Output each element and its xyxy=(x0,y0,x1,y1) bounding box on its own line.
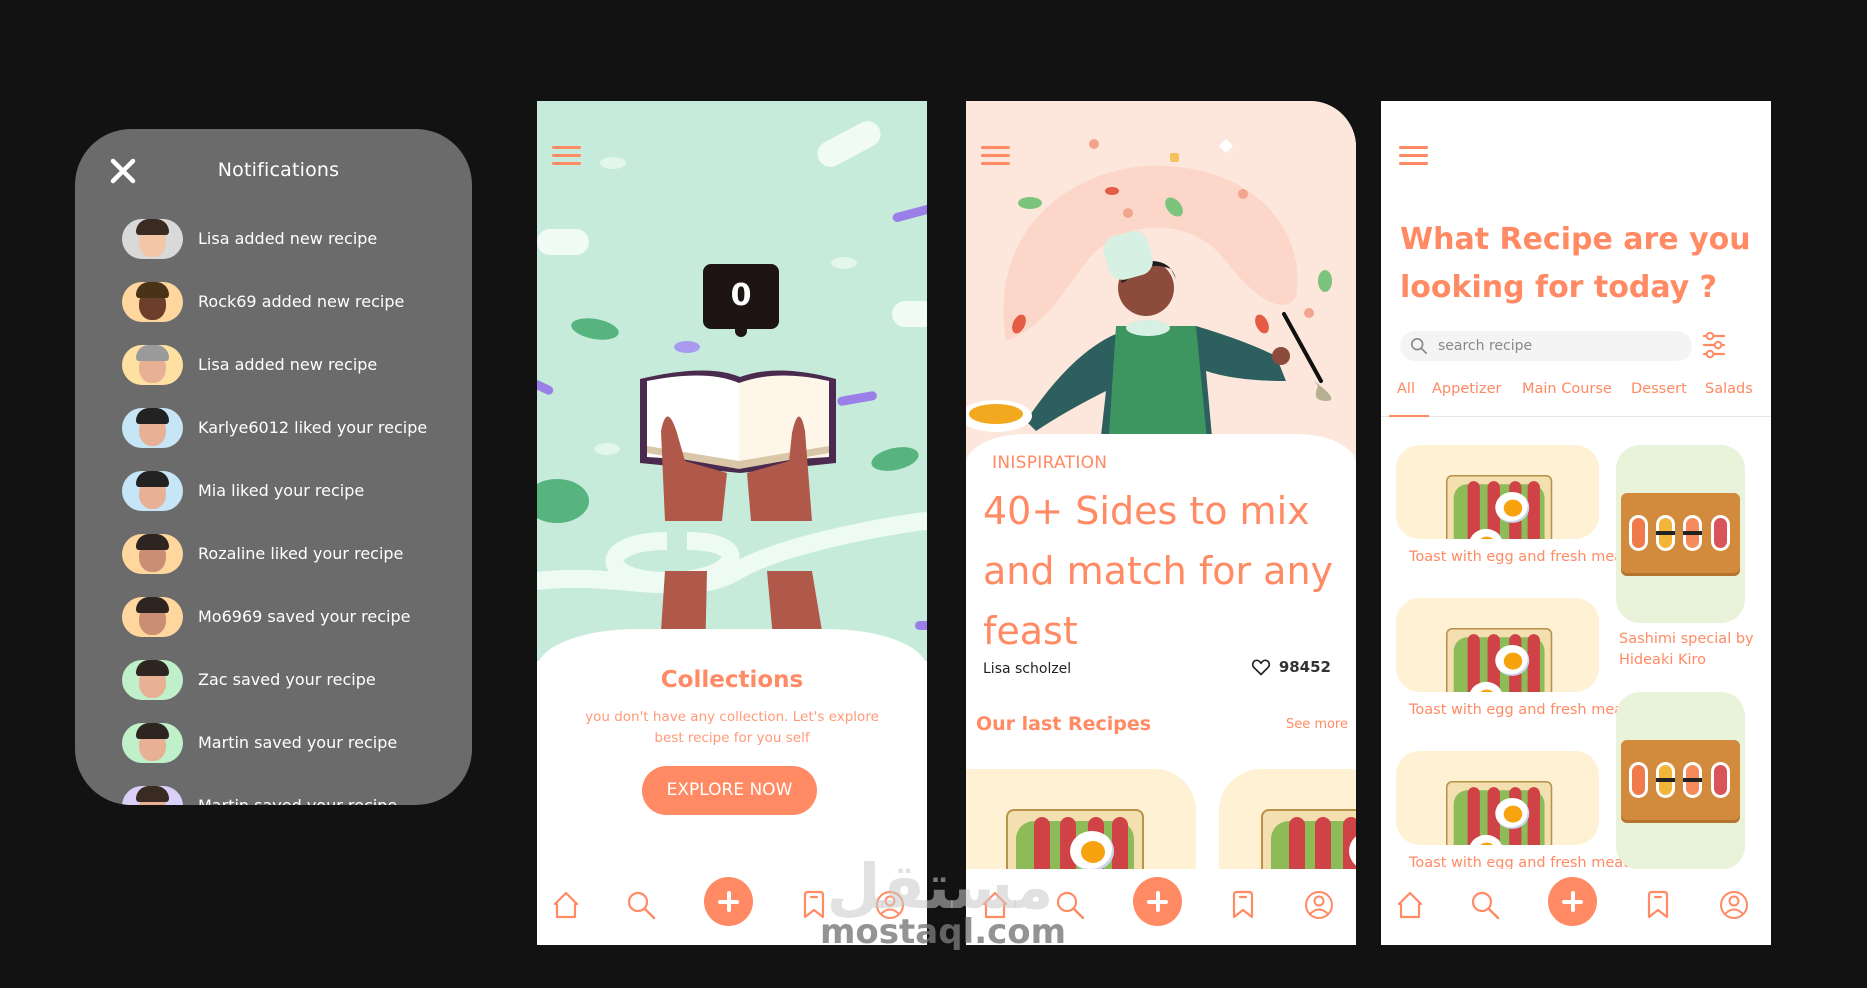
collections-description: you don't have any collection. Let's exp… xyxy=(585,709,879,746)
collections-screen: 0 Collections you don't have any collect… xyxy=(537,101,927,945)
bookmark-icon[interactable] xyxy=(1227,889,1259,921)
avatar xyxy=(122,596,183,637)
tab-salads[interactable]: Salads xyxy=(1705,381,1753,397)
filter-icon[interactable] xyxy=(1702,331,1726,359)
notifications-list: Lisa added new recipe Rock69 added new r… xyxy=(122,207,472,805)
sushi-image xyxy=(1621,493,1740,573)
tab-main-course[interactable]: Main Course xyxy=(1522,381,1612,397)
toast-image xyxy=(1446,475,1553,539)
recipe-card[interactable] xyxy=(1396,598,1599,692)
book-hands-illustration xyxy=(537,121,927,661)
recipe-card[interactable] xyxy=(1396,751,1599,845)
notification-item[interactable]: Karlye6012 liked your recipe xyxy=(122,396,472,459)
search-screen: What Recipe are you looking for today ? … xyxy=(1381,101,1771,945)
profile-icon[interactable] xyxy=(874,889,906,921)
search-bar[interactable] xyxy=(1400,331,1692,361)
avatar xyxy=(122,470,183,511)
add-recipe-button[interactable] xyxy=(1133,877,1182,926)
tab-all[interactable]: All xyxy=(1389,381,1429,417)
featured-headline[interactable]: 40+ Sides to mix and match for any feast xyxy=(983,481,1343,661)
chef-illustration xyxy=(966,101,1356,481)
toast-image xyxy=(1446,628,1553,692)
notifications-panel: Notifications Lisa added new recipe Rock… xyxy=(75,129,472,805)
recipe-title[interactable]: Sashimi special by Hideaki Kiro xyxy=(1619,629,1771,671)
sushi-image xyxy=(1621,740,1740,820)
profile-icon[interactable] xyxy=(1303,889,1335,921)
notification-item[interactable]: Lisa added new recipe xyxy=(122,207,472,270)
notification-text: Martin saved your recipe xyxy=(198,796,397,805)
notification-text: Karlye6012 liked your recipe xyxy=(198,418,428,437)
search-input[interactable] xyxy=(1438,338,1678,354)
home-icon[interactable] xyxy=(550,889,582,921)
tab-appetizer[interactable]: Appetizer xyxy=(1432,381,1501,397)
add-recipe-button[interactable] xyxy=(1548,877,1597,926)
notification-item[interactable]: Martin saved your recipe xyxy=(122,711,472,774)
see-more-link[interactable]: See more xyxy=(1286,717,1348,732)
search-headline: What Recipe are you looking for today ? xyxy=(1400,222,1751,305)
notification-text: Rock69 added new recipe xyxy=(198,292,405,311)
notification-item[interactable]: Martin saved your recipe xyxy=(122,774,472,805)
menu-icon[interactable] xyxy=(981,146,1010,166)
avatar xyxy=(122,659,183,700)
home-icon[interactable] xyxy=(979,889,1011,921)
home-screen: INISPIRATION 40+ Sides to mix and match … xyxy=(966,101,1356,945)
avatar xyxy=(122,785,183,805)
collection-counter-badge: 0 xyxy=(703,264,779,337)
notifications-title: Notifications xyxy=(217,159,340,181)
recipe-card[interactable] xyxy=(1616,692,1745,870)
profile-icon[interactable] xyxy=(1718,889,1750,921)
inspiration-tag: INISPIRATION xyxy=(992,453,1108,473)
notification-text: Rozaline liked your recipe xyxy=(198,544,404,563)
notification-text: Lisa added new recipe xyxy=(198,355,378,374)
author-name: Lisa scholzel xyxy=(983,661,1072,677)
notification-text: Mo6969 saved your recipe xyxy=(198,607,411,626)
bottom-nav xyxy=(966,869,1356,945)
notification-item[interactable]: Zac saved your recipe xyxy=(122,648,472,711)
collections-title: Collections xyxy=(660,667,804,693)
avatar xyxy=(122,533,183,574)
tab-dessert[interactable]: Dessert xyxy=(1631,381,1687,397)
explore-now-button[interactable]: EXPLORE NOW xyxy=(642,766,817,815)
search-icon[interactable] xyxy=(625,889,657,921)
recipe-card[interactable] xyxy=(1396,445,1599,539)
home-icon[interactable] xyxy=(1394,889,1426,921)
bookmark-icon[interactable] xyxy=(798,889,830,921)
bookmark-icon[interactable] xyxy=(1642,889,1674,921)
notification-item[interactable]: Rozaline liked your recipe xyxy=(122,522,472,585)
notification-item[interactable]: Lisa added new recipe xyxy=(122,333,472,396)
likes: 98452 xyxy=(1251,657,1331,677)
avatar xyxy=(122,218,183,259)
notification-item[interactable]: Mo6969 saved your recipe xyxy=(122,585,472,648)
heart-icon[interactable] xyxy=(1251,657,1271,677)
notification-text: Mia liked your recipe xyxy=(198,481,365,500)
bottom-nav xyxy=(1381,869,1771,945)
search-icon[interactable] xyxy=(1469,889,1501,921)
avatar xyxy=(122,722,183,763)
notification-text: Martin saved your recipe xyxy=(198,733,398,752)
recipe-card[interactable] xyxy=(1616,445,1745,623)
search-icon[interactable] xyxy=(1054,889,1086,921)
menu-icon[interactable] xyxy=(1399,146,1428,166)
avatar xyxy=(122,281,183,322)
collections-illustration: 0 xyxy=(537,101,927,661)
toast-image xyxy=(1446,781,1553,845)
notification-item[interactable]: Rock69 added new recipe xyxy=(122,270,472,333)
likes-count: 98452 xyxy=(1278,658,1331,676)
category-tabs: All Appetizer Main Course Dessert Salads xyxy=(1381,381,1771,417)
avatar xyxy=(122,344,183,385)
notification-text: Zac saved your recipe xyxy=(198,670,376,689)
add-recipe-button[interactable] xyxy=(704,877,753,926)
bottom-nav xyxy=(537,869,927,945)
search-icon xyxy=(1410,337,1428,355)
chef-image xyxy=(966,138,1332,481)
notification-text: Lisa added new recipe xyxy=(198,229,378,248)
avatar xyxy=(122,407,183,448)
notification-item[interactable]: Mia liked your recipe xyxy=(122,459,472,522)
section-title: Our last Recipes xyxy=(976,713,1152,735)
menu-icon[interactable] xyxy=(552,146,581,166)
